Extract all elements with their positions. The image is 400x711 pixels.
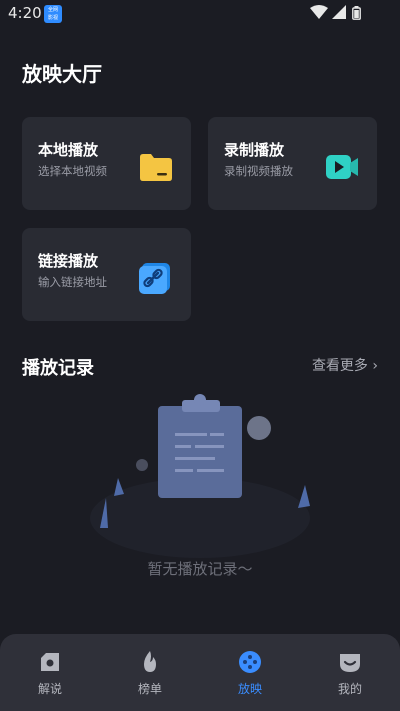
local-play-subtitle: 选择本地视频 bbox=[38, 164, 107, 178]
link-play-title: 链接播放 bbox=[38, 252, 99, 270]
tab-label: 榜单 bbox=[137, 682, 162, 696]
tab-label: 我的 bbox=[337, 682, 362, 696]
bottom-tab-bar: 解说 榜单 放映 我的 bbox=[0, 634, 400, 711]
tab-label: 解说 bbox=[37, 682, 62, 696]
page-title: 放映大厅 bbox=[22, 62, 102, 86]
status-indicators bbox=[310, 5, 370, 21]
film-reel-icon bbox=[239, 651, 261, 673]
folder-icon bbox=[140, 154, 172, 181]
tab-screening[interactable]: 放映 bbox=[200, 634, 300, 711]
tab-mine[interactable]: 我的 bbox=[300, 634, 400, 711]
history-title: 播放记录 bbox=[22, 358, 94, 379]
local-play-card[interactable]: 本地播放 选择本地视频 bbox=[22, 117, 191, 210]
link-play-subtitle: 输入链接地址 bbox=[38, 275, 107, 289]
local-play-title: 本地播放 bbox=[38, 141, 99, 159]
tab-commentary[interactable]: 解说 bbox=[0, 634, 100, 711]
wifi-icon bbox=[310, 5, 328, 19]
status-time: 4:20 bbox=[8, 4, 42, 22]
tab-ranking[interactable]: 榜单 bbox=[100, 634, 200, 711]
link-play-card[interactable]: 链接播放 输入链接地址 bbox=[22, 228, 191, 321]
empty-history-text: 暂无播放记录～ bbox=[147, 560, 253, 578]
view-more-label: 查看更多 bbox=[311, 358, 368, 374]
link-icon bbox=[139, 263, 170, 294]
empty-clipboard-illustration bbox=[90, 394, 310, 558]
app-notification-icon-text: 全网 影视 bbox=[47, 7, 58, 21]
record-play-card[interactable]: 录制播放 录制视频播放 bbox=[208, 117, 377, 210]
commentary-icon bbox=[41, 653, 59, 671]
battery-icon bbox=[352, 6, 361, 20]
status-bar: 4:20 全网 影视 bbox=[0, 0, 400, 26]
record-play-title: 录制播放 bbox=[224, 141, 285, 159]
chevron-right-icon: › bbox=[372, 358, 378, 374]
flame-icon bbox=[144, 651, 156, 672]
smile-face-icon bbox=[340, 654, 360, 672]
video-camera-icon bbox=[326, 155, 358, 179]
signal-icon bbox=[332, 5, 346, 19]
view-more-link[interactable]: 查看更多 › bbox=[312, 355, 378, 375]
tab-label: 放映 bbox=[237, 682, 262, 696]
record-play-subtitle: 录制视频播放 bbox=[224, 164, 293, 178]
app-notification-icon: 全网 影视 bbox=[44, 5, 62, 23]
